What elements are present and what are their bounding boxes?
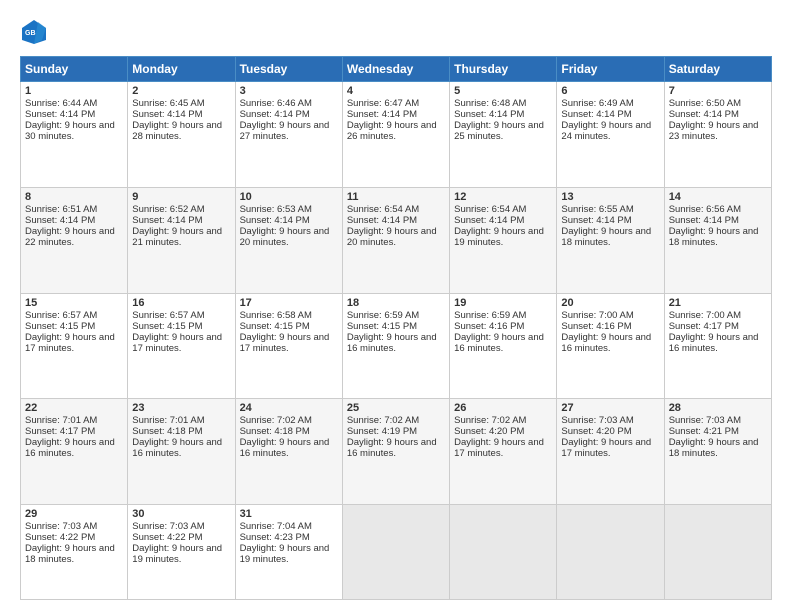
calendar-cell bbox=[342, 505, 449, 600]
day-number: 10 bbox=[240, 191, 338, 203]
day-number: 16 bbox=[132, 297, 230, 309]
day-number: 9 bbox=[132, 191, 230, 203]
day-number: 8 bbox=[25, 191, 123, 203]
day-number: 26 bbox=[454, 402, 552, 414]
calendar-day-header: Saturday bbox=[664, 57, 771, 82]
calendar-cell: 19Sunrise: 6:59 AMSunset: 4:16 PMDayligh… bbox=[450, 293, 557, 399]
calendar-cell: 21Sunrise: 7:00 AMSunset: 4:17 PMDayligh… bbox=[664, 293, 771, 399]
calendar-cell: 25Sunrise: 7:02 AMSunset: 4:19 PMDayligh… bbox=[342, 399, 449, 505]
day-number: 7 bbox=[669, 85, 767, 97]
calendar-week-row: 1Sunrise: 6:44 AMSunset: 4:14 PMDaylight… bbox=[21, 82, 772, 188]
page: GB SundayMondayTuesdayWednesdayThursdayF… bbox=[0, 0, 792, 612]
day-number: 28 bbox=[669, 402, 767, 414]
day-number: 29 bbox=[25, 508, 123, 520]
calendar-cell: 3Sunrise: 6:46 AMSunset: 4:14 PMDaylight… bbox=[235, 82, 342, 188]
svg-text:GB: GB bbox=[25, 30, 36, 37]
calendar-cell: 27Sunrise: 7:03 AMSunset: 4:20 PMDayligh… bbox=[557, 399, 664, 505]
calendar-day-header: Thursday bbox=[450, 57, 557, 82]
day-number: 6 bbox=[561, 85, 659, 97]
calendar-cell: 17Sunrise: 6:58 AMSunset: 4:15 PMDayligh… bbox=[235, 293, 342, 399]
calendar-cell: 7Sunrise: 6:50 AMSunset: 4:14 PMDaylight… bbox=[664, 82, 771, 188]
day-number: 27 bbox=[561, 402, 659, 414]
day-number: 22 bbox=[25, 402, 123, 414]
calendar-table: SundayMondayTuesdayWednesdayThursdayFrid… bbox=[20, 56, 772, 600]
calendar-cell: 23Sunrise: 7:01 AMSunset: 4:18 PMDayligh… bbox=[128, 399, 235, 505]
day-number: 31 bbox=[240, 508, 338, 520]
calendar-cell: 29Sunrise: 7:03 AMSunset: 4:22 PMDayligh… bbox=[21, 505, 128, 600]
calendar-cell: 30Sunrise: 7:03 AMSunset: 4:22 PMDayligh… bbox=[128, 505, 235, 600]
day-number: 24 bbox=[240, 402, 338, 414]
calendar-day-header: Sunday bbox=[21, 57, 128, 82]
day-number: 23 bbox=[132, 402, 230, 414]
calendar-cell bbox=[557, 505, 664, 600]
calendar-cell: 8Sunrise: 6:51 AMSunset: 4:14 PMDaylight… bbox=[21, 187, 128, 293]
day-number: 20 bbox=[561, 297, 659, 309]
day-number: 4 bbox=[347, 85, 445, 97]
day-number: 14 bbox=[669, 191, 767, 203]
calendar-cell: 15Sunrise: 6:57 AMSunset: 4:15 PMDayligh… bbox=[21, 293, 128, 399]
day-number: 19 bbox=[454, 297, 552, 309]
logo: GB bbox=[20, 18, 52, 46]
day-number: 5 bbox=[454, 85, 552, 97]
calendar-cell: 10Sunrise: 6:53 AMSunset: 4:14 PMDayligh… bbox=[235, 187, 342, 293]
calendar-cell: 9Sunrise: 6:52 AMSunset: 4:14 PMDaylight… bbox=[128, 187, 235, 293]
day-number: 12 bbox=[454, 191, 552, 203]
calendar-cell: 1Sunrise: 6:44 AMSunset: 4:14 PMDaylight… bbox=[21, 82, 128, 188]
calendar-cell: 28Sunrise: 7:03 AMSunset: 4:21 PMDayligh… bbox=[664, 399, 771, 505]
calendar-cell: 14Sunrise: 6:56 AMSunset: 4:14 PMDayligh… bbox=[664, 187, 771, 293]
calendar-cell: 4Sunrise: 6:47 AMSunset: 4:14 PMDaylight… bbox=[342, 82, 449, 188]
header: GB bbox=[20, 18, 772, 46]
day-number: 1 bbox=[25, 85, 123, 97]
calendar-header-row: SundayMondayTuesdayWednesdayThursdayFrid… bbox=[21, 57, 772, 82]
calendar-cell: 2Sunrise: 6:45 AMSunset: 4:14 PMDaylight… bbox=[128, 82, 235, 188]
calendar-day-header: Monday bbox=[128, 57, 235, 82]
day-number: 15 bbox=[25, 297, 123, 309]
day-number: 2 bbox=[132, 85, 230, 97]
calendar-cell: 20Sunrise: 7:00 AMSunset: 4:16 PMDayligh… bbox=[557, 293, 664, 399]
calendar-week-row: 8Sunrise: 6:51 AMSunset: 4:14 PMDaylight… bbox=[21, 187, 772, 293]
calendar-cell: 22Sunrise: 7:01 AMSunset: 4:17 PMDayligh… bbox=[21, 399, 128, 505]
calendar-cell: 6Sunrise: 6:49 AMSunset: 4:14 PMDaylight… bbox=[557, 82, 664, 188]
calendar-cell: 12Sunrise: 6:54 AMSunset: 4:14 PMDayligh… bbox=[450, 187, 557, 293]
calendar-cell: 26Sunrise: 7:02 AMSunset: 4:20 PMDayligh… bbox=[450, 399, 557, 505]
calendar-cell: 16Sunrise: 6:57 AMSunset: 4:15 PMDayligh… bbox=[128, 293, 235, 399]
day-number: 18 bbox=[347, 297, 445, 309]
day-number: 25 bbox=[347, 402, 445, 414]
calendar-cell: 13Sunrise: 6:55 AMSunset: 4:14 PMDayligh… bbox=[557, 187, 664, 293]
calendar-day-header: Tuesday bbox=[235, 57, 342, 82]
calendar-day-header: Wednesday bbox=[342, 57, 449, 82]
calendar-cell bbox=[664, 505, 771, 600]
calendar-cell: 24Sunrise: 7:02 AMSunset: 4:18 PMDayligh… bbox=[235, 399, 342, 505]
calendar-cell bbox=[450, 505, 557, 600]
day-number: 17 bbox=[240, 297, 338, 309]
day-number: 13 bbox=[561, 191, 659, 203]
logo-icon: GB bbox=[20, 18, 48, 46]
calendar-cell: 18Sunrise: 6:59 AMSunset: 4:15 PMDayligh… bbox=[342, 293, 449, 399]
calendar-cell: 31Sunrise: 7:04 AMSunset: 4:23 PMDayligh… bbox=[235, 505, 342, 600]
calendar-week-row: 15Sunrise: 6:57 AMSunset: 4:15 PMDayligh… bbox=[21, 293, 772, 399]
calendar-day-header: Friday bbox=[557, 57, 664, 82]
day-number: 30 bbox=[132, 508, 230, 520]
day-number: 21 bbox=[669, 297, 767, 309]
calendar-week-row: 22Sunrise: 7:01 AMSunset: 4:17 PMDayligh… bbox=[21, 399, 772, 505]
day-number: 11 bbox=[347, 191, 445, 203]
calendar-cell: 11Sunrise: 6:54 AMSunset: 4:14 PMDayligh… bbox=[342, 187, 449, 293]
day-number: 3 bbox=[240, 85, 338, 97]
calendar-cell: 5Sunrise: 6:48 AMSunset: 4:14 PMDaylight… bbox=[450, 82, 557, 188]
calendar-week-row: 29Sunrise: 7:03 AMSunset: 4:22 PMDayligh… bbox=[21, 505, 772, 600]
